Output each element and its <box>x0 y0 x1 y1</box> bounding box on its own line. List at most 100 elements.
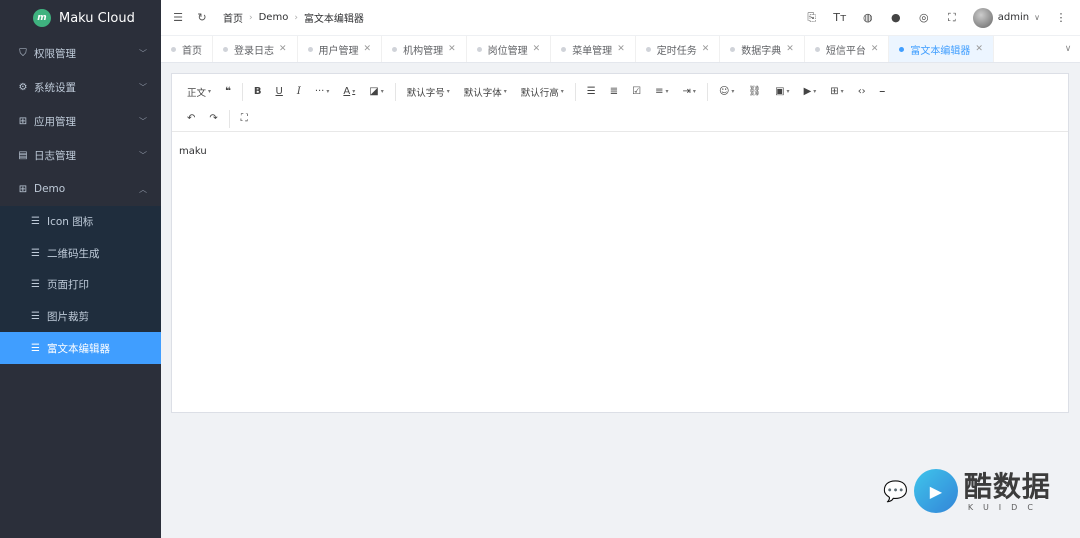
video-icon[interactable]: ▶ ▾ <box>797 81 824 103</box>
apps-icon: ⊞ <box>18 183 28 195</box>
underline-icon[interactable]: U <box>269 81 290 103</box>
sidebar-menu: ⛉ 权限管理 ﹀ ⚙ 系统设置 ﹀ ⊞ 应用管理 ﹀ ▤ 日志管理 ﹀ ⊞ Demo ︿ ☰ Icon 图标 ☰ 二… <box>0 36 161 364</box>
font-color-icon[interactable]: A ▾ <box>336 81 362 103</box>
editor-content[interactable]: maku <box>172 132 1068 171</box>
breadcrumb-separator-icon: › <box>249 12 253 23</box>
close-icon[interactable]: ✕ <box>364 44 372 54</box>
user-menu[interactable]: admin ∨ <box>972 7 1040 28</box>
list-icon: ☰ <box>31 247 40 259</box>
list-icon: ☰ <box>31 311 40 323</box>
tab-dot-icon <box>814 46 820 52</box>
font-size-select[interactable]: 默认字号 ▾ <box>400 81 457 103</box>
tab-bar: 首页 登录日志 ✕ 用户管理 ✕ 机构管理 ✕ 岗位管理 ✕ 菜单管理 ✕ 定时任务 ✕ 数据字典 ✕ 短信平… <box>161 36 1080 63</box>
close-icon[interactable]: ✕ <box>702 44 710 54</box>
bold-icon[interactable]: B <box>247 81 269 103</box>
app-logo[interactable]: m Maku Cloud <box>0 0 161 36</box>
tab-1[interactable]: 登录日志 ✕ <box>213 36 298 62</box>
tab-4[interactable]: 岗位管理 ✕ <box>467 36 552 62</box>
toolbar-divider <box>574 82 576 101</box>
breadcrumb-item-home[interactable]: 首页 <box>223 10 243 25</box>
editor-fullscreen-icon[interactable]: ⛶ <box>234 108 255 130</box>
redo-icon[interactable]: ↷ <box>202 108 224 130</box>
tab-dot-icon <box>476 46 482 52</box>
tab-label: 登录日志 <box>234 45 274 57</box>
tab-label: 数据字典 <box>741 45 782 57</box>
sidebar-subitem-3[interactable]: ☰ 图片裁剪 <box>0 300 161 333</box>
table-icon[interactable]: ⊞ ▾ <box>823 81 850 103</box>
translate-icon[interactable]: ⎘ <box>805 11 819 25</box>
paragraph-select[interactable]: 正文 ▾ <box>180 81 218 103</box>
tab-7[interactable]: 数据字典 ✕ <box>720 36 805 62</box>
font-family-select[interactable]: 默认字体 ▾ <box>457 81 514 103</box>
menu-collapse-icon[interactable]: ☰ <box>171 11 185 24</box>
github-icon[interactable]: ● <box>889 11 903 24</box>
tab-9[interactable]: 富文本编辑器 ✕ <box>889 36 994 62</box>
code-block-icon[interactable]: ‹› <box>851 81 873 103</box>
emoji-icon[interactable]: ☺ ▾ <box>712 81 741 103</box>
tab-dot-icon <box>171 46 176 52</box>
undo-icon[interactable]: ↶ <box>180 108 202 130</box>
fullscreen-icon[interactable]: ⛶ <box>945 11 959 25</box>
sidebar-item-3[interactable]: ▤ 日志管理 ﹀ <box>0 138 161 172</box>
tabs-more-chevron-icon[interactable]: ∨ <box>1056 36 1080 62</box>
tab-label: 用户管理 <box>318 45 359 57</box>
sidebar-item-4[interactable]: ⊞ Demo ︿ <box>0 172 161 206</box>
close-icon[interactable]: ✕ <box>533 44 541 54</box>
indent-icon[interactable]: ⇥ ▾ <box>676 81 703 103</box>
sidebar-item-label: 应用管理 <box>34 115 76 128</box>
breadcrumb-item-demo[interactable]: Demo <box>259 12 289 23</box>
sidebar-subitem-2[interactable]: ☰ 页面打印 <box>0 269 161 301</box>
link-icon[interactable]: ⛓ <box>741 81 768 103</box>
sidebar-subitem-4[interactable]: ☰ 富文本编辑器 <box>0 332 161 364</box>
sidebar-subitem-label: Icon 图标 <box>47 216 94 229</box>
horizontal-rule-icon[interactable]: ⎯ <box>873 81 892 103</box>
line-height-select[interactable]: 默认行高 ▾ <box>514 81 571 103</box>
globe-icon[interactable]: ◍ <box>861 11 875 24</box>
sidebar-item-0[interactable]: ⛉ 权限管理 ﹀ <box>0 36 161 70</box>
tab-8[interactable]: 短信平台 ✕ <box>805 36 890 62</box>
close-icon[interactable]: ✕ <box>448 44 456 54</box>
toolbar-row-2: ↶ ↷ ⛶ <box>180 105 1060 132</box>
tab-6[interactable]: 定时任务 ✕ <box>636 36 721 62</box>
tab-0[interactable]: 首页 <box>161 36 213 62</box>
bulleted-list-icon[interactable]: ☰ <box>580 81 603 103</box>
background-color-icon[interactable]: ◪ ▾ <box>362 81 390 103</box>
theme-icon[interactable]: ◎ <box>917 11 931 24</box>
sidebar-subitem-1[interactable]: ☰ 二维码生成 <box>0 237 161 270</box>
font-size-icon[interactable]: Tт <box>833 11 847 24</box>
blockquote-icon[interactable]: ❝ <box>218 81 238 103</box>
breadcrumb-item-current: 富文本编辑器 <box>303 14 364 25</box>
close-icon[interactable]: ✕ <box>617 44 625 54</box>
watermark-text: 酷数据 KUIDC <box>964 470 1051 512</box>
tab-dot-icon <box>223 46 228 52</box>
tab-2[interactable]: 用户管理 ✕ <box>298 36 383 62</box>
tab-dot-icon <box>730 46 736 52</box>
italic-icon[interactable]: I <box>290 81 308 103</box>
more-vertical-icon[interactable]: ⋮ <box>1054 11 1068 24</box>
align-icon[interactable]: ≡ ▾ <box>648 81 675 103</box>
todo-list-icon[interactable]: ☑ <box>625 81 648 103</box>
image-icon[interactable]: ▣ ▾ <box>768 81 796 103</box>
tab-label: 机构管理 <box>403 45 444 57</box>
editor-paragraph[interactable]: maku <box>179 146 1061 157</box>
app-name: Maku Cloud <box>59 10 135 26</box>
toolbar-divider <box>706 82 708 101</box>
top-header: ☰ ↻ 首页 › Demo › 富文本编辑器 ⎘ Tт ◍ ● ◎ ⛶ admi… <box>161 0 1080 36</box>
more-format-icon[interactable]: ··· ▾ <box>308 81 337 103</box>
refresh-icon[interactable]: ↻ <box>195 11 209 24</box>
close-icon[interactable]: ✕ <box>871 44 879 54</box>
numbered-list-icon[interactable]: ≣ <box>603 81 625 103</box>
tab-3[interactable]: 机构管理 ✕ <box>382 36 467 62</box>
close-icon[interactable]: ✕ <box>786 44 794 54</box>
header-actions: ⎘ Tт ◍ ● ◎ ⛶ admin ∨ ⋮ <box>805 7 1080 28</box>
editor-toolbar: 正文 ▾ ❝ B U I ··· ▾ A ▾ ◪ ▾ 默认字号 ▾ 默认字体 ▾ 默认行高 ▾… <box>172 74 1068 132</box>
sidebar-subitem-0[interactable]: ☰ Icon 图标 <box>0 206 161 238</box>
sidebar-item-1[interactable]: ⚙ 系统设置 ﹀ <box>0 70 161 104</box>
close-icon[interactable]: ✕ <box>279 44 287 54</box>
tab-5[interactable]: 菜单管理 ✕ <box>551 36 636 62</box>
toolbar-divider <box>228 109 230 128</box>
gear-icon: ⚙ <box>18 81 28 93</box>
sidebar-item-2[interactable]: ⊞ 应用管理 ﹀ <box>0 104 161 138</box>
sidebar-item-label: 日志管理 <box>34 149 76 162</box>
close-icon[interactable]: ✕ <box>975 44 983 54</box>
